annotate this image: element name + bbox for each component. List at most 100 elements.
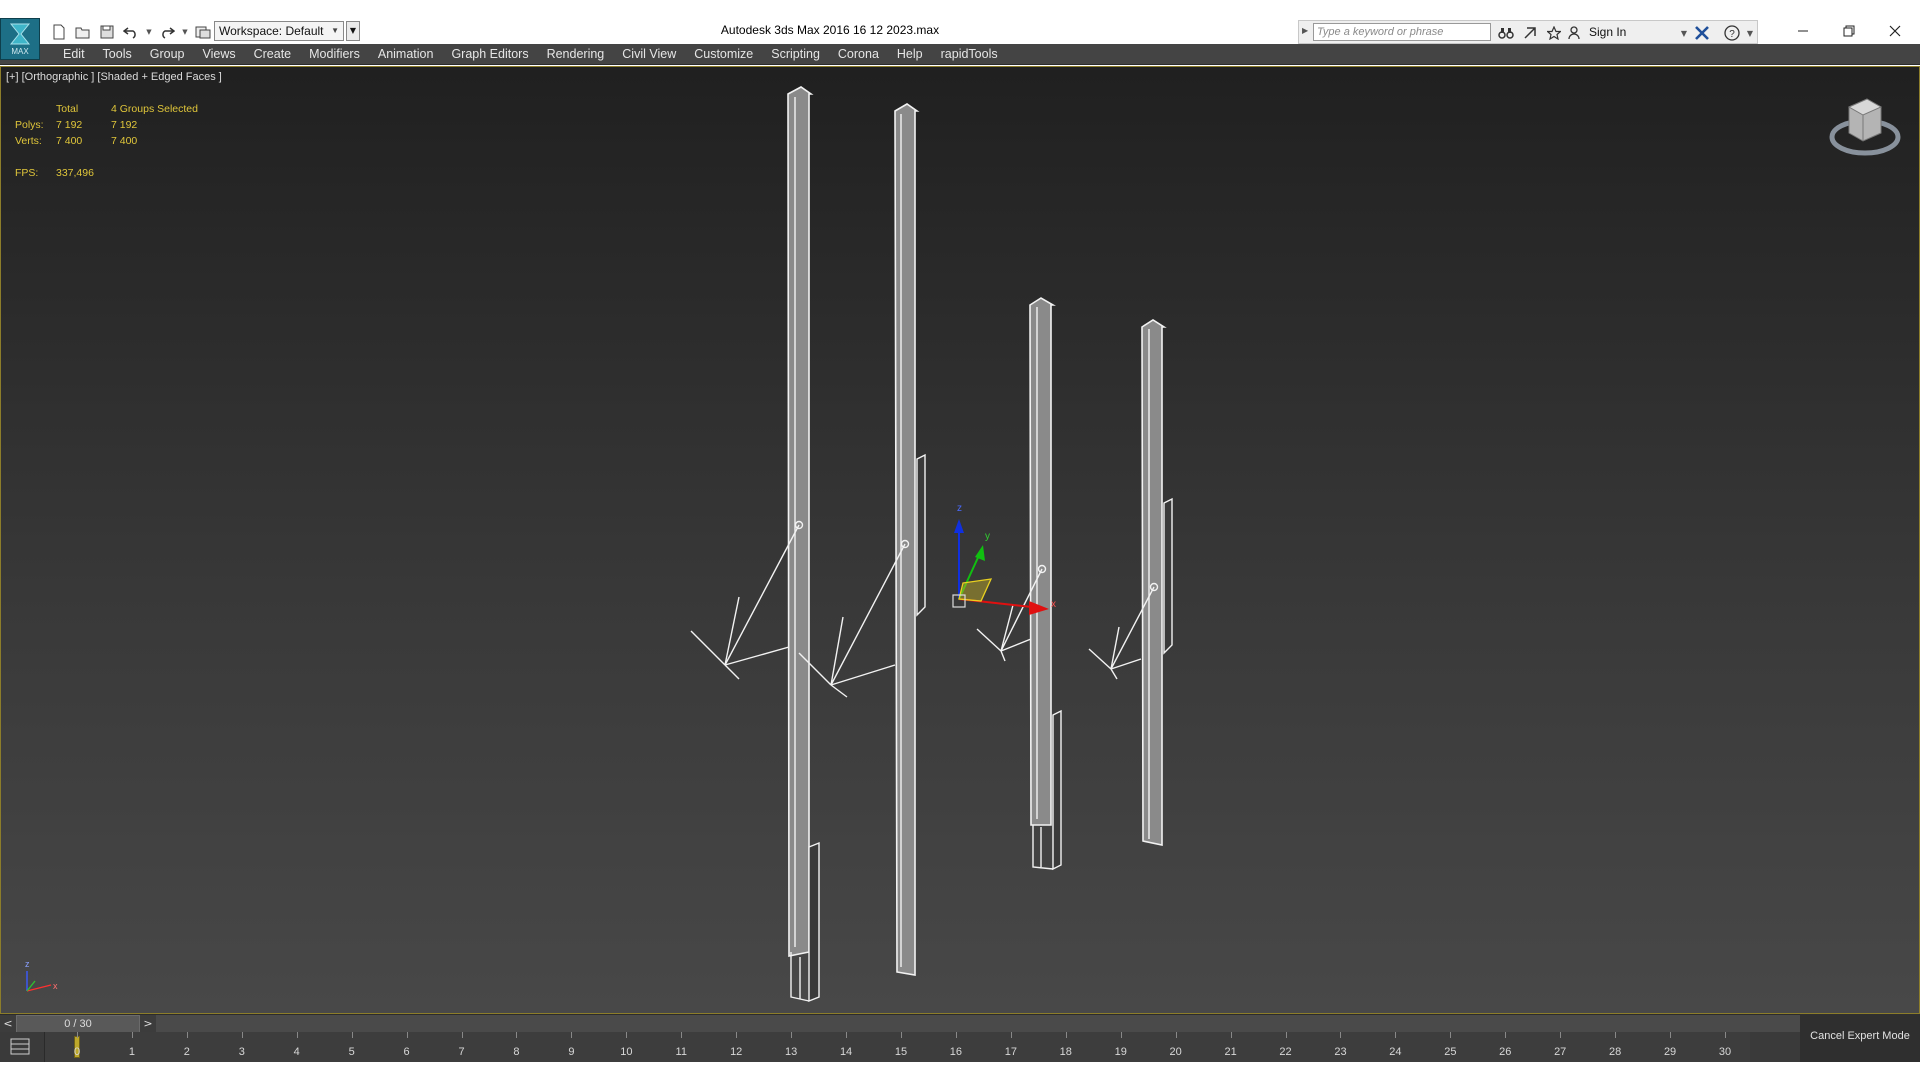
frame-tick-label: 10 (620, 1046, 633, 1058)
menu-modifiers[interactable]: Modifiers (300, 44, 369, 65)
window-bottom-edge (0, 1062, 1920, 1080)
frame-tick-label: 29 (1663, 1046, 1677, 1058)
gizmo-x-label: x (1051, 599, 1056, 610)
menu-rapidtools[interactable]: rapidTools (932, 44, 1007, 65)
frame-tick (351, 1032, 353, 1038)
time-slider[interactable]: < 0 / 30 > (0, 1014, 1920, 1033)
frame-tick (1120, 1032, 1122, 1038)
menu-rendering[interactable]: Rendering (538, 44, 614, 65)
frame-tick (1725, 1032, 1726, 1038)
frame-tick-label: 27 (1554, 1046, 1567, 1058)
track-ruler[interactable]: 0 1 2 3 4 5 6 7 8 9 10 11 12 13 14 15 16 17 18 19 20 21 22 23 24… (44, 1032, 1750, 1062)
3dsmax-logo-icon (9, 23, 31, 45)
star-icon (1547, 26, 1561, 40)
favorites-button[interactable] (1545, 24, 1563, 42)
close-button[interactable] (1872, 20, 1918, 42)
viewport-orthographic[interactable]: z y x z x [+] [Orthographic ] [Shaded + … (0, 66, 1920, 1014)
axis-tripod-icon: z x (25, 959, 58, 992)
frame-tick (1175, 1032, 1177, 1038)
frame-tick-label: 14 (839, 1046, 853, 1058)
frame-tick-label: 7 (458, 1046, 465, 1058)
subscription-icon (1524, 27, 1536, 39)
help-button[interactable]: ? (1723, 24, 1741, 42)
menu-tools[interactable]: Tools (94, 44, 141, 65)
frame-tick-label: 1 (128, 1046, 135, 1058)
corner-z-label: z (25, 959, 30, 969)
time-slider-thumb[interactable]: 0 / 30 (16, 1015, 140, 1033)
menu-corona[interactable]: Corona (829, 44, 888, 65)
stats-polys-selected: 7 192 (111, 119, 138, 131)
menu-animation[interactable]: Animation (369, 44, 443, 65)
search-input[interactable] (1313, 23, 1491, 41)
gizmo-z-label: z (957, 503, 962, 514)
frame-tick (1065, 1032, 1067, 1038)
frame-tick (186, 1032, 188, 1038)
svg-text:?: ? (1729, 29, 1735, 40)
frame-tick (461, 1032, 463, 1038)
stats-polys-total: 7 192 (56, 119, 83, 131)
frame-tick-label: 2 (183, 1046, 190, 1058)
stats-verts-label: Verts: (15, 135, 42, 147)
open-mini-curve-editor-button[interactable] (8, 1036, 34, 1058)
frame-tick (791, 1032, 793, 1038)
help-dropdown[interactable]: ▼ (1741, 24, 1759, 42)
frame-tick-label: 16 (949, 1046, 963, 1058)
restore-button[interactable] (1826, 20, 1872, 42)
menu-views[interactable]: Views (193, 44, 244, 65)
exchange-apps-button[interactable] (1693, 24, 1711, 42)
menu-group[interactable]: Group (141, 44, 194, 65)
curve-editor-icon (10, 1038, 30, 1055)
menu-scripting[interactable]: Scripting (762, 44, 829, 65)
corner-x-label: x (53, 981, 58, 991)
frame-tick-label: 24 (1389, 1046, 1402, 1058)
viewport-label-menu[interactable]: [+] [Orthographic ] [Shaded + Edged Face… (6, 71, 222, 83)
frame-tick (1395, 1032, 1397, 1038)
scene-objects[interactable]: z y x z x (1, 67, 1919, 1013)
time-slider-next-button[interactable]: > (140, 1015, 156, 1033)
frame-tick-label: 3 (238, 1046, 245, 1058)
menu-customize[interactable]: Customize (685, 44, 762, 65)
frame-tick (516, 1032, 518, 1038)
frame-tick-label: 13 (785, 1046, 798, 1058)
frame-tick (131, 1032, 133, 1038)
frame-tick-label: 5 (348, 1046, 355, 1058)
frame-tick (296, 1032, 298, 1038)
frame-tick (736, 1032, 738, 1038)
application-button[interactable]: MAX (0, 18, 40, 60)
minimize-icon (1798, 30, 1808, 32)
exchange-x-icon (1695, 26, 1709, 40)
expert-mode-panel: Cancel Expert Mode (1800, 1014, 1920, 1062)
cancel-expert-mode-button[interactable]: Cancel Expert Mode (1800, 1030, 1920, 1042)
pole-group-1 (690, 86, 820, 1003)
viewcube[interactable] (1829, 98, 1901, 156)
menu-help[interactable]: Help (888, 44, 932, 65)
frame-tick-label: 15 (894, 1046, 908, 1058)
expand-arrow-icon[interactable]: ▶ (1302, 26, 1308, 35)
stats-polys-label: Polys: (15, 119, 44, 131)
binoculars-search-button[interactable] (1497, 24, 1515, 42)
frame-tick-label: 26 (1499, 1046, 1512, 1058)
help-icon: ? (1724, 25, 1740, 41)
menu-edit[interactable]: Edit (54, 44, 94, 65)
frame-tick-label: 4 (293, 1046, 300, 1058)
frame-tick (241, 1032, 243, 1038)
menu-create[interactable]: Create (245, 44, 301, 65)
subscription-center-button[interactable] (1521, 24, 1539, 42)
sign-in-button[interactable]: Sign In (1589, 25, 1626, 39)
stats-total-header: Total (56, 103, 79, 115)
frame-tick (846, 1032, 848, 1038)
frame-tick (901, 1032, 902, 1038)
app-logo-text: MAX (11, 47, 29, 56)
frame-tick (1450, 1032, 1452, 1038)
menu-civil-view[interactable]: Civil View (613, 44, 685, 65)
frame-tick-label: 17 (1004, 1046, 1017, 1058)
menu-graph-editors[interactable]: Graph Editors (442, 44, 537, 65)
pole-group-4 (1088, 319, 1173, 846)
minimize-button[interactable] (1780, 20, 1826, 42)
sign-in-dropdown[interactable]: ▼ (1675, 24, 1693, 42)
frame-tick (1670, 1032, 1672, 1038)
frame-tick-label: 8 (513, 1046, 520, 1058)
frame-tick-label: 20 (1169, 1046, 1182, 1058)
frame-tick-label: 30 (1718, 1046, 1732, 1058)
time-slider-prev-button[interactable]: < (0, 1015, 16, 1033)
